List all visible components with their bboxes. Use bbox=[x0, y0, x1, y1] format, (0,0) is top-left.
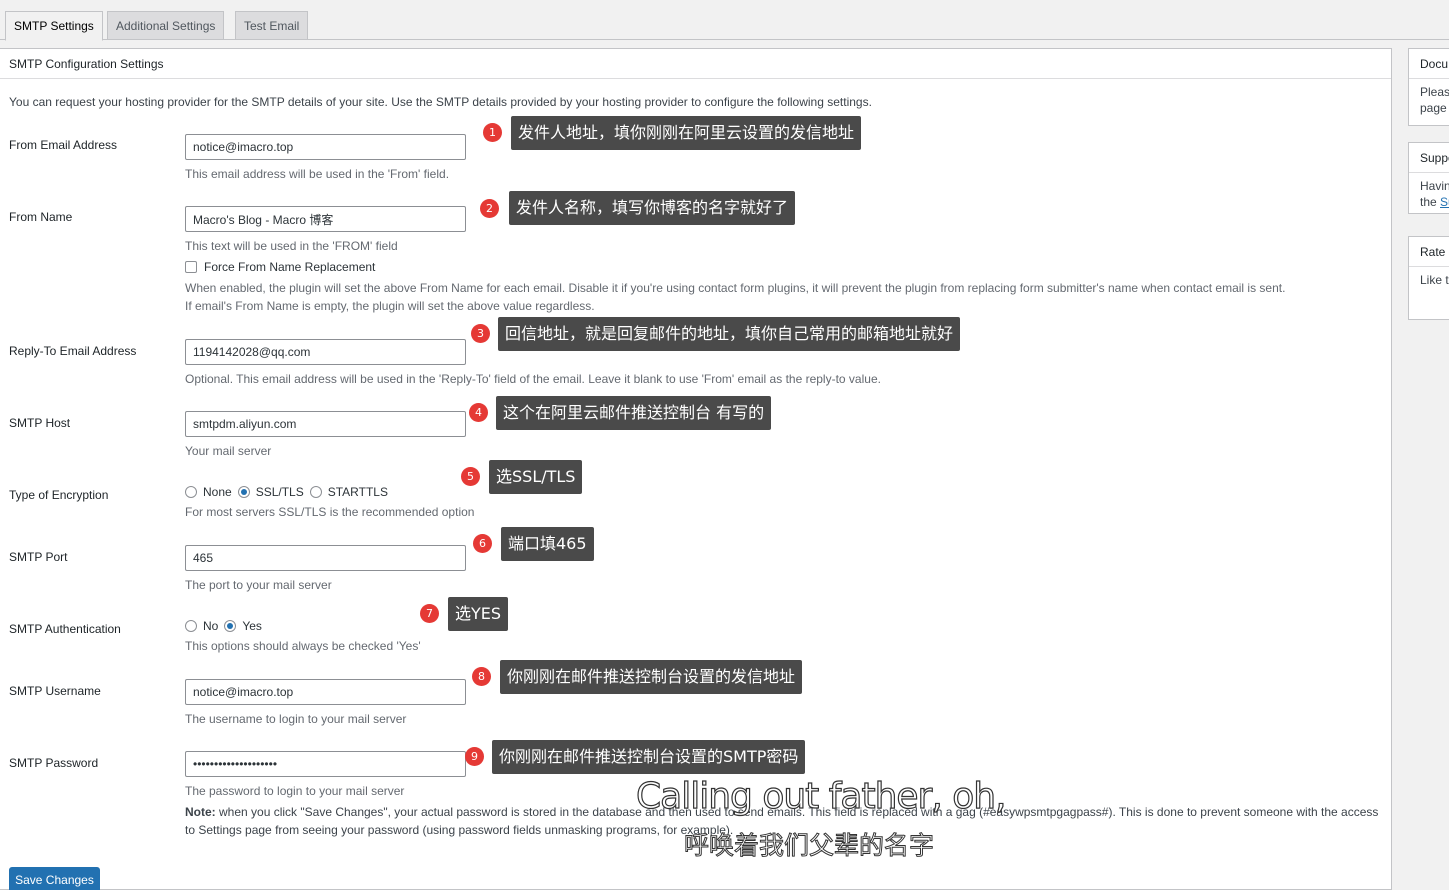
force-desc-2: If email's From Name is empty, the plugi… bbox=[185, 299, 595, 313]
callout-badge-8: 8 bbox=[472, 667, 491, 686]
callout-badge-3: 3 bbox=[471, 324, 490, 343]
sidebar-rate-title: Rate bbox=[1409, 237, 1449, 267]
sidebar-support-title: Suppo bbox=[1409, 143, 1449, 173]
callout-1: 发件人地址，填你刚刚在阿里云设置的发信地址 bbox=[511, 116, 862, 150]
note-label: Note: bbox=[185, 805, 216, 819]
subtitle-english: Calling out father, oh, bbox=[635, 775, 1007, 817]
force-desc-1: When enabled, the plugin will set the ab… bbox=[185, 281, 1286, 295]
smtp-port-desc: The port to your mail server bbox=[185, 578, 332, 592]
sidebar-docs-line1: Please bbox=[1420, 85, 1449, 99]
from-name-input[interactable] bbox=[185, 206, 466, 232]
password-label: SMTP Password bbox=[9, 756, 99, 770]
sidebar-docs-title: Docu bbox=[1409, 49, 1449, 79]
password-input[interactable] bbox=[185, 751, 466, 777]
callout-badge-2: 2 bbox=[480, 199, 499, 218]
auth-desc: This options should always be checked 'Y… bbox=[185, 639, 421, 653]
sidebar-rate-line1: Like t bbox=[1420, 273, 1449, 287]
auth-label: SMTP Authentication bbox=[9, 622, 121, 636]
auth-yes-label: Yes bbox=[242, 619, 262, 633]
callout-2: 发件人名称，填写你博客的名字就好了 bbox=[509, 191, 796, 225]
username-desc: The username to login to your mail serve… bbox=[185, 712, 407, 726]
force-from-name-checkbox[interactable] bbox=[185, 261, 197, 273]
tab-test-email[interactable]: Test Email bbox=[235, 11, 309, 40]
tab-bar: SMTP Settings Additional Settings Test E… bbox=[0, 0, 1449, 41]
sidebar-support-link[interactable]: Su bbox=[1440, 195, 1449, 209]
from-email-input[interactable] bbox=[185, 134, 466, 160]
from-email-label: From Email Address bbox=[9, 138, 118, 152]
sidebar-support-line2: the Su bbox=[1420, 194, 1449, 210]
password-desc: The password to login to your mail serve… bbox=[185, 784, 405, 798]
save-changes-button[interactable]: Save Changes bbox=[9, 867, 100, 890]
section-title: SMTP Configuration Settings bbox=[0, 49, 1391, 79]
callout-6: 端口填465 bbox=[501, 527, 594, 561]
auth-options: No Yes bbox=[185, 619, 268, 633]
force-from-name-label: Force From Name Replacement bbox=[204, 260, 376, 274]
encryption-starttls-radio[interactable] bbox=[309, 486, 322, 498]
callout-badge-7: 7 bbox=[420, 604, 439, 623]
encryption-ssl-radio[interactable] bbox=[237, 486, 250, 498]
encryption-ssl-label: SSL/TLS bbox=[255, 485, 304, 499]
callout-9: 你刚刚在邮件推送控制台设置的SMTP密码 bbox=[492, 740, 806, 774]
from-name-desc: This text will be used in the 'FROM' fie… bbox=[185, 239, 398, 253]
sidebar-docs-line2: page bbox=[1420, 101, 1447, 115]
sidebar-support-line1: Havin bbox=[1420, 179, 1449, 193]
subtitle-chinese: 呼唤着我们父辈的名字 bbox=[683, 831, 935, 861]
smtp-host-input[interactable] bbox=[185, 411, 466, 437]
callout-3: 回信地址，就是回复邮件的地址，填你自己常用的邮箱地址就好 bbox=[498, 317, 961, 351]
encryption-none-radio[interactable] bbox=[185, 486, 197, 498]
auth-no-radio[interactable] bbox=[185, 620, 197, 632]
reply-to-label: Reply-To Email Address bbox=[9, 344, 137, 358]
callout-7: 选YES bbox=[448, 597, 509, 631]
tab-additional-settings[interactable]: Additional Settings bbox=[107, 11, 225, 40]
smtp-port-input[interactable] bbox=[185, 545, 466, 571]
callout-badge-9: 9 bbox=[465, 747, 484, 766]
encryption-label: Type of Encryption bbox=[9, 488, 109, 502]
callout-badge-5: 5 bbox=[461, 467, 480, 486]
sidebar-rate-box: Rate Like t bbox=[1408, 236, 1449, 320]
sidebar-docs-box: Docu Please page bbox=[1408, 48, 1449, 126]
from-email-desc: This email address will be used in the '… bbox=[185, 167, 450, 181]
username-input[interactable] bbox=[185, 679, 466, 705]
encryption-desc: For most servers SSL/TLS is the recommen… bbox=[185, 505, 475, 519]
force-from-name-row: Force From Name Replacement bbox=[185, 260, 375, 274]
password-note-2: to Settings page from seeing your passwo… bbox=[185, 823, 734, 837]
auth-no-label: No bbox=[203, 619, 219, 633]
from-name-label: From Name bbox=[9, 210, 73, 224]
smtp-port-label: SMTP Port bbox=[9, 550, 68, 564]
auth-yes-radio[interactable] bbox=[224, 620, 237, 632]
encryption-options: None SSL/TLS STARTTLS bbox=[185, 485, 394, 499]
smtp-host-desc: Your mail server bbox=[185, 444, 272, 458]
callout-badge-1: 1 bbox=[483, 123, 502, 142]
callout-5: 选SSL/TLS bbox=[489, 460, 583, 494]
callout-8: 你刚刚在邮件推送控制台设置的发信地址 bbox=[500, 660, 803, 694]
tab-smtp-settings[interactable]: SMTP Settings bbox=[5, 11, 103, 41]
reply-to-input[interactable] bbox=[185, 339, 466, 365]
encryption-none-label: None bbox=[203, 485, 232, 499]
callout-badge-6: 6 bbox=[473, 534, 492, 553]
intro-text: You can request your hosting provider fo… bbox=[9, 95, 872, 109]
smtp-host-label: SMTP Host bbox=[9, 416, 71, 430]
sidebar-support-box: Suppo Havin the Su bbox=[1408, 142, 1449, 214]
callout-4: 这个在阿里云邮件推送控制台 有写的 bbox=[496, 396, 772, 430]
username-label: SMTP Username bbox=[9, 684, 101, 698]
callout-badge-4: 4 bbox=[469, 403, 488, 422]
encryption-starttls-label: STARTTLS bbox=[327, 485, 388, 499]
reply-to-desc: Optional. This email address will be use… bbox=[185, 372, 881, 386]
sidebar-support-line2-text: the bbox=[1420, 195, 1441, 209]
